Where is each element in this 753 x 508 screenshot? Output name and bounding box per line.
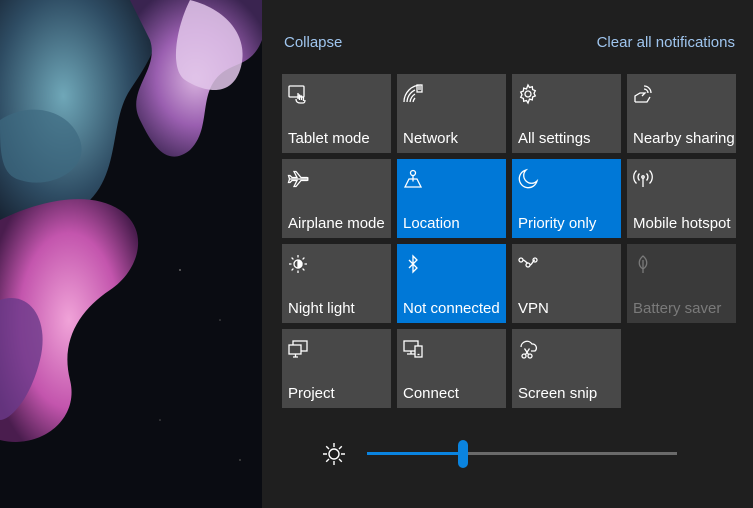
tile-airplane-mode[interactable]: Airplane mode xyxy=(282,159,391,238)
bluetooth-icon xyxy=(402,253,424,275)
tile-label: Connect xyxy=(403,385,459,402)
collapse-link[interactable]: Collapse xyxy=(284,34,342,51)
tile-bluetooth[interactable]: Not connected xyxy=(397,244,506,323)
tile-connect[interactable]: Connect xyxy=(397,329,506,408)
screen-snip-icon xyxy=(517,338,539,360)
tablet-mode-icon xyxy=(287,83,309,105)
hotspot-icon xyxy=(632,168,654,190)
tile-night-light[interactable]: Night light xyxy=(282,244,391,323)
airplane-icon xyxy=(287,168,309,190)
tile-vpn[interactable]: VPN xyxy=(512,244,621,323)
project-icon xyxy=(287,338,309,360)
tile-screen-snip[interactable]: Screen snip xyxy=(512,329,621,408)
tile-label: Mobile hotspot xyxy=(633,215,731,232)
tile-label: Airplane mode xyxy=(288,215,385,232)
tile-label: Battery saver xyxy=(633,300,722,317)
tile-network[interactable]: Network xyxy=(397,74,506,153)
tile-battery-saver[interactable]: Battery saver xyxy=(627,244,736,323)
tile-label: Project xyxy=(288,385,335,402)
tile-label: Priority only xyxy=(518,215,597,232)
tile-label: Network xyxy=(403,130,459,147)
tile-label: Screen snip xyxy=(518,385,598,402)
tile-priority-only[interactable]: Priority only xyxy=(512,159,621,238)
network-icon xyxy=(402,83,424,105)
tile-label: Nearby sharing xyxy=(633,130,735,147)
tile-label: Location xyxy=(403,215,460,232)
tile-label: All settings xyxy=(518,130,591,147)
tile-mobile-hotspot[interactable]: Mobile hotspot xyxy=(627,159,736,238)
tile-nearby-sharing[interactable]: Nearby sharing xyxy=(627,74,736,153)
location-icon xyxy=(402,168,424,190)
tile-label: VPN xyxy=(518,300,549,317)
leaf-icon xyxy=(632,253,654,275)
clear-all-notifications-link[interactable]: Clear all notifications xyxy=(597,34,735,51)
screen: Collapse Clear all notifications Tablet … xyxy=(0,0,753,508)
tile-project[interactable]: Project xyxy=(282,329,391,408)
brightness-slider-fill xyxy=(367,452,464,455)
tile-tablet-mode[interactable]: Tablet mode xyxy=(282,74,391,153)
desktop-wallpaper xyxy=(0,0,262,508)
brightness-sun-icon xyxy=(320,440,348,468)
tile-all-settings[interactable]: All settings xyxy=(512,74,621,153)
action-center: Collapse Clear all notifications Tablet … xyxy=(262,0,753,508)
brightness-slider-thumb[interactable] xyxy=(458,440,469,468)
tile-label: Not connected xyxy=(403,300,500,317)
connect-icon xyxy=(402,338,424,360)
brightness-slider-track[interactable] xyxy=(367,440,677,468)
tile-label: Night light xyxy=(288,300,355,317)
tile-location[interactable]: Location xyxy=(397,159,506,238)
moon-icon xyxy=(517,168,539,190)
brightness-control xyxy=(262,430,753,480)
vpn-icon xyxy=(517,253,539,275)
tile-label: Tablet mode xyxy=(288,130,370,147)
gear-icon xyxy=(517,83,539,105)
nearby-sharing-icon xyxy=(632,83,654,105)
night-light-icon xyxy=(287,253,309,275)
